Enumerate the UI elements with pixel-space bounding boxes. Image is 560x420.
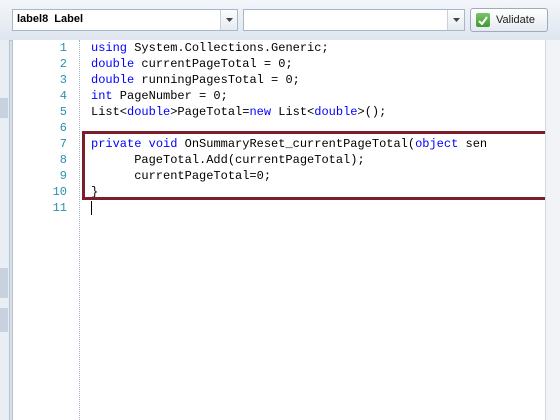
left-panel-edge <box>0 40 10 420</box>
line-number: 4 <box>59 89 67 103</box>
line-number: 5 <box>59 105 67 119</box>
line-number: 8 <box>59 153 67 167</box>
line-number: 9 <box>59 169 67 183</box>
object-selector-value: label8 Label <box>17 13 84 25</box>
line-number: 3 <box>59 73 67 87</box>
line-number: 1 <box>59 41 67 55</box>
code-editor[interactable]: 1 2 3 4 5 6 7 8 9 10 11 using System.Collections.G… <box>12 40 560 420</box>
line-number: 10 <box>52 185 67 199</box>
checkmark-icon <box>476 13 490 27</box>
code-text: List< <box>91 105 128 119</box>
highlight-annotation-box <box>82 131 553 200</box>
chevron-down-icon[interactable] <box>220 10 237 30</box>
code-keyword: double <box>91 57 135 71</box>
code-text: System.Collections.Generic; <box>127 41 329 55</box>
line-number-gutter: 1 2 3 4 5 6 7 8 9 10 11 <box>13 40 80 420</box>
code-text: runningPagesTotal = 0; <box>134 73 300 87</box>
code-line: double runningPagesTotal = 0; <box>91 72 300 88</box>
code-keyword: double <box>91 73 135 87</box>
validate-button-label: Validate <box>496 14 535 26</box>
code-text: >PageTotal= <box>170 105 250 119</box>
code-keyword: double <box>314 105 358 119</box>
code-line: using System.Collections.Generic; <box>91 40 329 56</box>
code-keyword: using <box>91 41 128 55</box>
code-line: int PageNumber = 0; <box>91 88 228 104</box>
code-text: currentPageTotal = 0; <box>134 57 293 71</box>
line-number: 7 <box>59 137 67 151</box>
code-keyword: int <box>91 89 113 103</box>
vertical-scrollbar[interactable] <box>545 40 560 420</box>
chevron-down-icon[interactable] <box>447 10 464 30</box>
validate-button[interactable]: Validate <box>470 8 548 32</box>
line-number: 6 <box>59 121 67 135</box>
toolbar: label8 Label Validate <box>0 0 560 41</box>
line-number: 2 <box>59 57 67 71</box>
code-line: double currentPageTotal = 0; <box>91 56 293 72</box>
code-keyword: double <box>127 105 171 119</box>
code-area[interactable]: using System.Collections.Generic; double … <box>91 40 560 420</box>
code-text: >(); <box>357 105 387 119</box>
code-text: PageNumber = 0; <box>112 89 228 103</box>
code-line: List<double>PageTotal=new List<double>()… <box>91 104 386 120</box>
code-text: List< <box>271 105 315 119</box>
line-number: 11 <box>52 201 67 215</box>
code-keyword: new <box>249 105 272 119</box>
object-selector-dropdown[interactable]: label8 Label <box>12 9 238 31</box>
event-selector-dropdown[interactable] <box>243 9 465 31</box>
text-caret <box>91 201 92 215</box>
